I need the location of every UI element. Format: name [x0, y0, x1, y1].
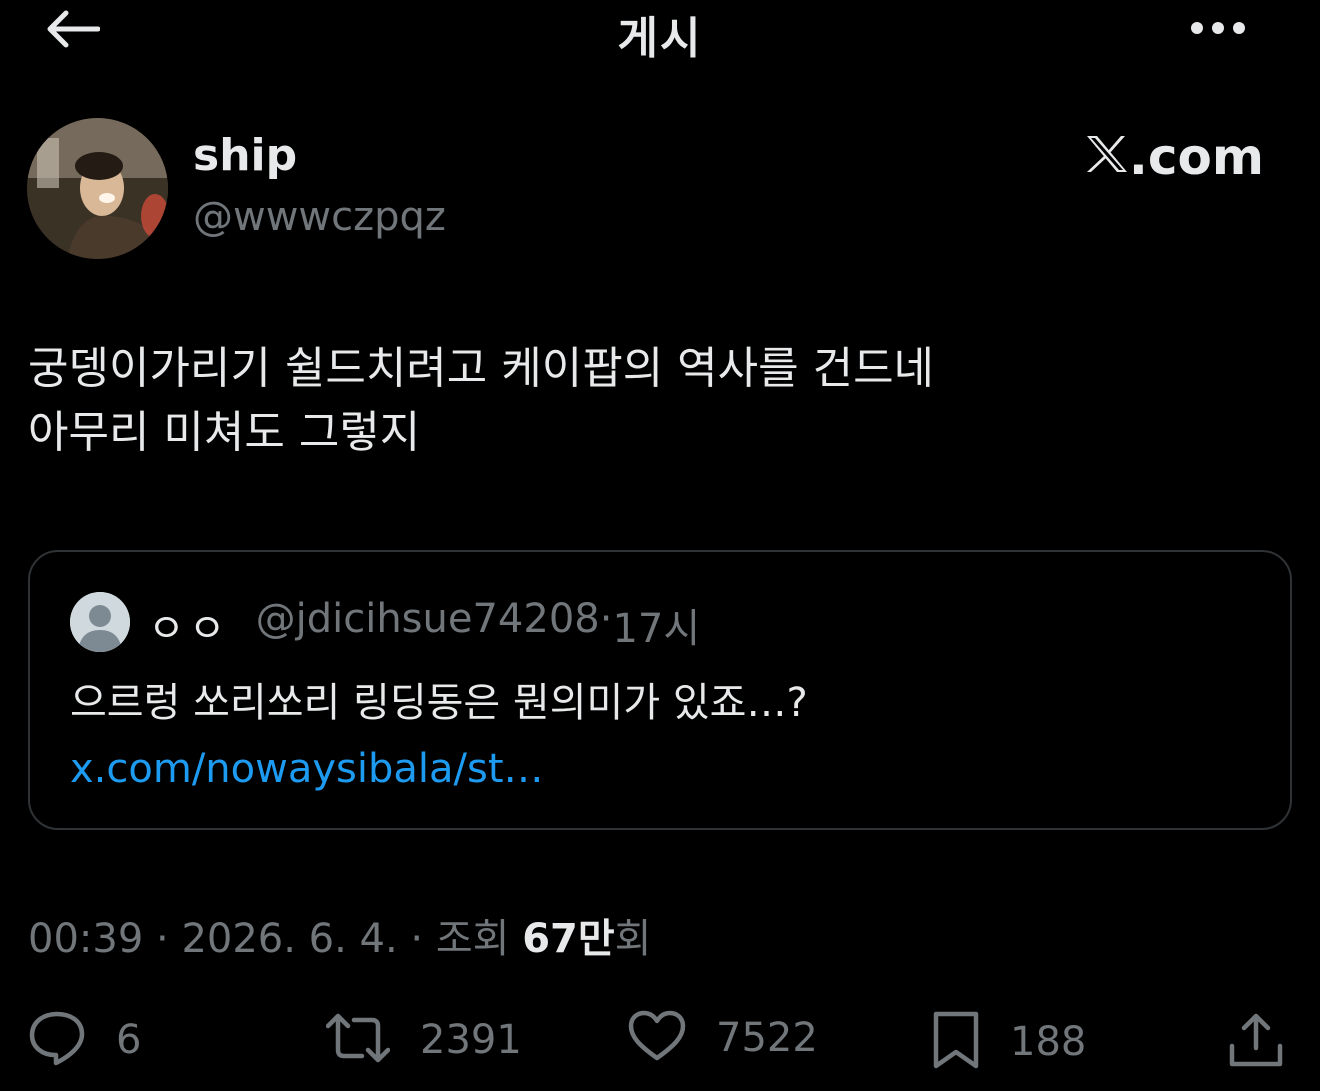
like-button[interactable]: 7522	[628, 1010, 818, 1066]
quote-separator: ·	[599, 596, 613, 642]
quote-author-name[interactable]: ㅇㅇ	[148, 596, 230, 654]
x-com-watermark: .com	[1085, 128, 1264, 186]
quote-text: 으르렁 쏘리쏘리 링딩동은 뭔의미가 있죠…? x.com/nowaysibal…	[70, 670, 1250, 802]
action-bar: 6 2391 7522 188	[0, 1000, 1320, 1080]
like-count: 7522	[716, 1015, 818, 1061]
quote-time: 17시	[612, 606, 701, 652]
x-logo-icon	[1085, 128, 1129, 186]
heart-icon	[628, 1010, 686, 1066]
bookmark-button[interactable]: 188	[932, 1010, 1086, 1074]
retweet-count: 2391	[420, 1017, 522, 1063]
watermark-text: .com	[1128, 128, 1264, 186]
author-display-name[interactable]: ship	[193, 130, 297, 181]
views-suffix: 회	[614, 916, 652, 962]
share-icon	[1228, 1010, 1284, 1072]
meta-separator: ·	[397, 916, 436, 962]
meta-separator: ·	[143, 916, 182, 962]
quote-meta: ㅇㅇ @jdicihsue74208 · 17시	[148, 596, 700, 654]
quote-link[interactable]: x.com/nowaysibala/st…	[70, 746, 544, 792]
quoted-tweet-card[interactable]: ㅇㅇ @jdicihsue74208 · 17시 으르렁 쏘리쏘리 링딩동은 뭔…	[28, 550, 1292, 830]
quote-avatar[interactable]	[70, 592, 130, 652]
author-handle[interactable]: @wwwczpqz	[193, 194, 446, 240]
quote-author-handle[interactable]: @jdicihsue74208	[256, 596, 600, 654]
tweet-detail-screen: 게시 ship @wwwczpqz .com 궁뎅이가리기 쉴드치려고 케이팝의…	[0, 0, 1320, 1091]
tweet-line: 아무리 미쳐도 그렇지	[28, 407, 421, 458]
page-title: 게시	[617, 13, 703, 64]
views-count[interactable]: 67만	[522, 916, 614, 962]
retweet-icon	[325, 1010, 391, 1070]
bookmark-count: 188	[1010, 1019, 1087, 1065]
reply-button[interactable]: 6	[28, 1010, 141, 1070]
tweet-line: 궁뎅이가리기 쉴드치려고 케이팝의 역사를 건드네	[28, 343, 935, 394]
reply-count: 6	[116, 1017, 142, 1063]
bookmark-icon	[932, 1010, 980, 1074]
more-dots-icon	[1190, 20, 1246, 39]
default-avatar-icon	[70, 592, 130, 652]
avatar-photo	[27, 118, 168, 259]
tweet-text: 궁뎅이가리기 쉴드치려고 케이팝의 역사를 건드네 아무리 미쳐도 그렇지	[28, 337, 1288, 465]
retweet-button[interactable]: 2391	[325, 1010, 522, 1070]
more-options-button[interactable]	[1186, 14, 1250, 44]
tweet-date: 2026. 6. 4.	[181, 916, 398, 962]
share-button[interactable]	[1228, 1010, 1284, 1072]
quote-body: 으르렁 쏘리쏘리 링딩동은 뭔의미가 있죠…?	[70, 680, 808, 726]
author-avatar[interactable]	[27, 118, 168, 259]
reply-icon	[28, 1010, 86, 1070]
tweet-meta: 00:39 · 2026. 6. 4. · 조회 67만회	[28, 906, 651, 964]
views-label: 조회	[435, 916, 523, 962]
tweet-time: 00:39	[28, 916, 144, 962]
